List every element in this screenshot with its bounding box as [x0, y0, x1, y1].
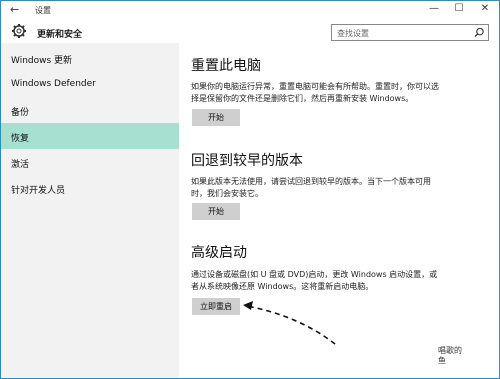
title-bar: ← 设置 — ☐ ✕	[1, 1, 499, 19]
settings-window: ← 设置 — ☐ ✕ 更新和安全 查找设置 Windows 更新 Windows…	[0, 0, 500, 379]
sidebar-item-label: 备份	[11, 108, 30, 118]
search-icon[interactable]	[474, 27, 485, 38]
sidebar-item-backup[interactable]: 备份	[1, 97, 179, 123]
minimize-icon[interactable]: —	[426, 3, 442, 14]
section-desc-reset: 如果你的电脑运行异常，重置电脑可能会有所帮助。重置时，你可以选择是保留你的文件还…	[191, 82, 439, 103]
sidebar-item-activation[interactable]: 激活	[1, 149, 179, 175]
window-title: 设置	[35, 6, 51, 15]
sidebar-item-recovery[interactable]: 恢复	[1, 123, 179, 149]
section-title-advanced-startup: 高级启动	[191, 245, 247, 261]
sidebar-item-label: 针对开发人员	[11, 186, 66, 196]
watermark-text: 唱歌的鱼	[438, 346, 462, 365]
sidebar-item-label: Windows 更新	[11, 56, 73, 66]
search-input[interactable]: 查找设置	[331, 24, 489, 41]
sidebar-item-label: 恢复	[11, 134, 30, 144]
main-content: 重置此电脑 如果你的电脑运行异常，重置电脑可能会有所帮助。重置时，你可以选择是保…	[179, 43, 499, 378]
reset-start-button[interactable]: 开始	[192, 109, 240, 126]
page-title: 更新和安全	[37, 30, 83, 40]
header: 更新和安全 查找设置	[1, 19, 499, 43]
sidebar-item-label: Windows Defender	[11, 79, 96, 89]
section-desc-rollback: 如果此版本无法使用，请尝试回退到较早的版本。当下一个版本可用时，我们会安装它。	[191, 177, 431, 198]
sidebar-item-windows-update[interactable]: Windows 更新	[1, 45, 179, 71]
restart-now-button[interactable]: 立即重启	[192, 298, 240, 315]
sidebar-item-for-developers[interactable]: 针对开发人员	[1, 175, 179, 201]
section-title-reset: 重置此电脑	[191, 58, 261, 74]
back-arrow-icon[interactable]: ←	[10, 3, 19, 16]
close-icon[interactable]: ✕	[477, 3, 493, 14]
sidebar: Windows 更新 Windows Defender 备份 恢复 激活 针对开…	[1, 43, 179, 378]
maximize-icon[interactable]: ☐	[451, 3, 467, 14]
annotation-arrow-icon	[243, 301, 336, 345]
search-placeholder: 查找设置	[337, 29, 369, 38]
sidebar-item-windows-defender[interactable]: Windows Defender	[1, 71, 179, 97]
rollback-start-button[interactable]: 开始	[192, 203, 240, 220]
sidebar-item-label: 激活	[11, 160, 30, 170]
gear-icon	[12, 24, 26, 38]
section-title-rollback: 回退到较早的版本	[191, 153, 303, 169]
